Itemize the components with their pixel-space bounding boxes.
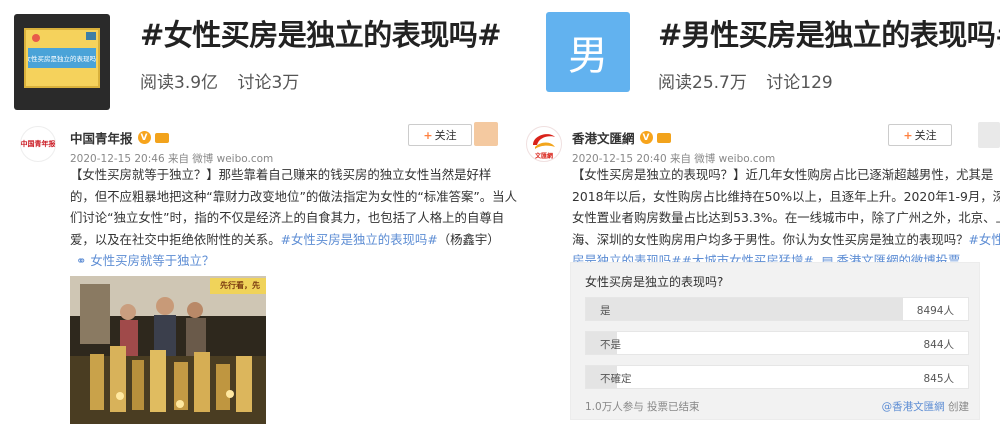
photo-sign-text: 先行看，先 (220, 281, 260, 290)
poll-option-count: 844人 (923, 339, 954, 351)
topic-read-count: 阅读3.9亿 (140, 73, 219, 93)
poll-option-bar (586, 298, 904, 320)
plus-icon: + (423, 128, 433, 142)
verified-icon: V (137, 131, 151, 144)
ad-thumbnail (978, 122, 1000, 148)
author-name[interactable]: 中国青年报 (70, 128, 133, 147)
topic-thumbnail-male[interactable]: 男 (546, 12, 630, 92)
avatar-logo-text: 中国青年报 (20, 139, 56, 148)
poll-creator-link[interactable]: @香港文匯網 (882, 401, 945, 413)
topic-thumbnail-female[interactable]: 女性买房是独立的表现吗? (14, 14, 110, 110)
topic-title-male[interactable]: #男性买房是独立的表现吗# (658, 12, 1000, 54)
avatar-logo-text: 文匯網 (534, 153, 553, 160)
post-photo[interactable]: 先行看，先 (70, 276, 266, 424)
poll-footer: 1.0万人参与 投票已结束 (585, 401, 700, 413)
author-name[interactable]: 香港文匯網 (572, 128, 635, 147)
post-text: 【女性买房就等于独立？】那些靠着自己赚来的钱买房的独立女性当然是好样 的，但不应… (70, 164, 517, 272)
hashtag-link[interactable]: #女性买 (969, 232, 1000, 247)
post-text: 【女性买房是独立的表现吗？】近几年女性购房占比已逐渐超越男性，尤其是 2018年… (572, 164, 1000, 272)
topic-thumbnail-char: 男 (568, 33, 608, 79)
photo-scene (70, 276, 266, 424)
hashtag-link[interactable]: #女性买房是独立的表现吗# (281, 232, 438, 247)
topic-title-female[interactable]: #女性买房是独立的表现吗# (140, 12, 502, 54)
member-level-icon (154, 132, 169, 143)
poll-option-label: 不是 (600, 339, 621, 351)
ad-thumbnail (474, 122, 498, 146)
verified-icon: V (639, 131, 653, 144)
topic-read-count: 阅读25.7万 (658, 73, 747, 93)
avatar[interactable]: 中国青年报 (20, 126, 56, 162)
topic-discussion-count: 讨论3万 (237, 73, 300, 93)
link-icon: ⚭ (76, 253, 87, 268)
topic-discussion-count: 讨论129 (766, 73, 833, 93)
poll-card: 女性买房是独立的表现吗? 是 8494人 不是 844人 不確定 845人 1.… (570, 262, 980, 420)
poll-option-label: 是 (600, 305, 611, 317)
poll-creator: @香港文匯網 创建 (881, 401, 969, 413)
poll-option-count: 8494人 (916, 305, 954, 317)
follow-button[interactable]: + 关注 (888, 124, 952, 146)
poll-option-label: 不確定 (600, 373, 632, 385)
weibo-post-cyol: 中国青年报 中国青年报 V 2020-12-15 20:46 来自 微博 wei… (0, 118, 517, 429)
member-level-icon (656, 132, 671, 143)
follow-button[interactable]: + 关注 (408, 124, 472, 146)
poll-option[interactable]: 是 8494人 (585, 297, 969, 321)
avatar[interactable]: 文匯網 (526, 126, 562, 162)
poll-option[interactable]: 不確定 845人 (585, 365, 969, 389)
poll-title: 女性买房是独立的表现吗? (585, 275, 724, 289)
topic-header-male: 男 #男性买房是独立的表现吗# 阅读25.7万 讨论129 (540, 0, 1000, 112)
article-link[interactable]: ⚭ 女性买房就等于独立？ (70, 250, 500, 272)
poll-option-count: 845人 (923, 373, 954, 385)
poll-option[interactable]: 不是 844人 (585, 331, 969, 355)
topic-thumbnail-label: 女性买房是独立的表现吗? (28, 48, 96, 68)
topic-header-female: 女性买房是独立的表现吗? #女性买房是独立的表现吗# 阅读3.9亿 讨论3万 (0, 0, 520, 112)
plus-icon: + (903, 128, 913, 142)
